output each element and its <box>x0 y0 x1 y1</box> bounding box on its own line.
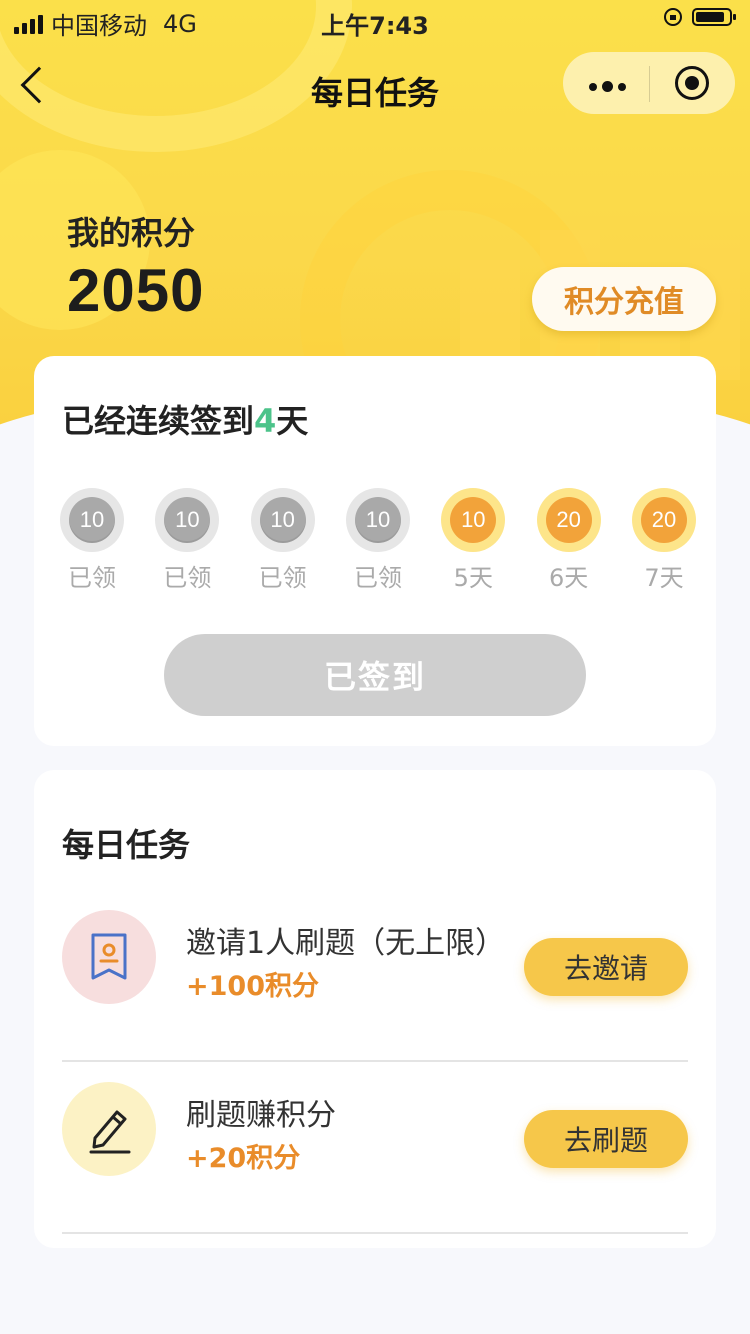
practice-button[interactable]: 去刷题 <box>524 1110 688 1168</box>
close-target-icon[interactable] <box>675 66 709 100</box>
checkin-day: 10 已领 <box>344 488 412 593</box>
points-label: 我的积分 <box>67 214 196 252</box>
capsule-divider <box>649 66 650 102</box>
task-name: 刷题赚积分 <box>186 1098 336 1133</box>
checkin-button[interactable]: 已签到 <box>164 634 586 716</box>
coin-icon: 10 <box>250 488 315 552</box>
battery-icon <box>692 8 736 26</box>
checkin-day: 20 7天 <box>630 488 698 593</box>
rotation-lock-icon <box>664 8 682 26</box>
invite-button[interactable]: 去邀请 <box>524 938 688 996</box>
clock: 上午7:43 <box>321 12 429 40</box>
checkin-day-label: 7天 <box>644 564 684 592</box>
checkin-day-label: 已领 <box>353 564 402 592</box>
task-reward: +20积分 <box>186 1143 301 1174</box>
coin-icon: 20 <box>631 488 696 552</box>
coin-icon: 10 <box>60 488 124 552</box>
checkin-day: 10 已领 <box>249 488 317 593</box>
checkin-day-label: 已领 <box>258 564 307 592</box>
task-row: 刷题赚积分 +20积分 去刷题 <box>62 1062 688 1234</box>
checkin-day: 10 已领 <box>58 488 126 593</box>
checkin-day-label: 已领 <box>163 564 212 592</box>
section-title: 每日任务 <box>62 826 191 864</box>
bookmark-user-icon <box>62 910 156 1004</box>
checkin-day-label: 6天 <box>549 564 589 592</box>
checkin-day-label: 已领 <box>68 564 116 592</box>
status-bar: 中国移动 4G 上午7:43 <box>0 0 750 40</box>
recharge-button[interactable]: 积分充值 <box>532 267 716 331</box>
coin-icon: 10 <box>441 488 506 552</box>
coin-icon: 10 <box>345 488 410 552</box>
divider <box>62 1232 688 1234</box>
daily-tasks-card: 每日任务 邀请1人刷题（无上限） +100积分 去邀请 刷题赚积分 +20积分 … <box>34 770 716 1248</box>
checkin-days-row: 10 已领 10 已领 10 已领 10 已领 10 5天 20 6天 20 7… <box>58 488 698 593</box>
points-value: 2050 <box>67 257 205 324</box>
streak-text: 已经连续签到4天 <box>62 402 309 440</box>
task-name: 邀请1人刷题（无上限） <box>186 926 506 961</box>
streak-days: 4 <box>254 402 277 440</box>
checkin-day: 10 5天 <box>439 488 507 593</box>
coin-icon: 10 <box>155 488 220 552</box>
nav-bar: 每日任务 <box>0 50 750 126</box>
mini-program-capsule <box>563 52 735 114</box>
more-icon[interactable] <box>589 81 626 92</box>
task-row: 邀请1人刷题（无上限） +100积分 去邀请 <box>62 890 688 1062</box>
checkin-card: 已经连续签到4天 10 已领 10 已领 10 已领 10 已领 10 5天 2… <box>34 356 716 746</box>
coin-icon: 20 <box>536 488 601 552</box>
pencil-icon <box>62 1082 156 1176</box>
checkin-day: 10 已领 <box>153 488 221 593</box>
task-reward: +100积分 <box>186 971 319 1002</box>
checkin-day-label: 5天 <box>453 564 493 592</box>
checkin-day: 20 6天 <box>535 488 603 593</box>
